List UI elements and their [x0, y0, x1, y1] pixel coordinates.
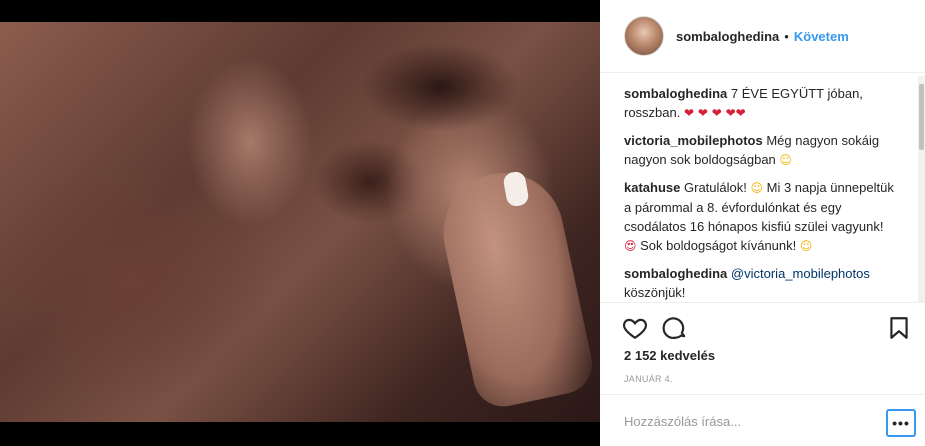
heart-eyes-emoji: 😍 — [624, 239, 637, 253]
header-separator: • — [784, 28, 789, 44]
comment-input[interactable] — [624, 411, 864, 431]
comment-item: sombaloghedina @victoria_mobilephotos kö… — [624, 264, 894, 300]
comment-text: Gratulálok! — [684, 180, 747, 195]
more-options-icon[interactable]: ••• — [886, 409, 916, 437]
comment-username[interactable]: sombaloghedina — [624, 86, 727, 101]
comment-username[interactable]: katahuse — [624, 180, 680, 195]
avatar[interactable] — [624, 16, 664, 56]
comments-scrollbar[interactable] — [918, 76, 925, 302]
comments-list: sombaloghedina 7 ÉVE EGYÜTT jóban, rossz… — [624, 84, 894, 300]
post-date[interactable]: JANUÁR 4. — [624, 374, 673, 384]
comment-text: Sok boldogságot kívánunk! — [640, 238, 797, 253]
comment-username[interactable]: sombaloghedina — [624, 266, 727, 281]
comment-text: köszönjük! — [624, 285, 686, 300]
comment-item: katahuse Gratulálok! ☺ Mi 3 napja ünnepe… — [624, 178, 894, 256]
post-username[interactable]: sombaloghedina — [676, 29, 779, 44]
action-bar — [600, 302, 925, 342]
follow-button[interactable]: Követem — [794, 29, 849, 44]
post-sidebar: sombaloghedina • Követem sombaloghedina … — [600, 0, 925, 446]
photo-hair-shadow — [360, 42, 520, 132]
heart-icon[interactable] — [622, 315, 648, 341]
smile-emoji: ☺ — [799, 239, 813, 253]
comment-username[interactable]: victoria_mobilephotos — [624, 133, 763, 148]
scrollbar-thumb[interactable] — [919, 84, 924, 150]
photo-pane — [0, 0, 600, 446]
post-header: sombaloghedina • Követem — [600, 0, 925, 73]
smile-emoji: ☺ — [750, 181, 764, 195]
comment-item: victoria_mobilephotos Még nagyon sokáig … — [624, 131, 894, 170]
likes-count[interactable]: 2 152 kedvelés — [624, 348, 715, 363]
add-comment-section: ••• — [600, 394, 925, 446]
comment-item: sombaloghedina 7 ÉVE EGYÜTT jóban, rossz… — [624, 84, 894, 123]
comment-icon[interactable] — [662, 315, 688, 341]
comment-mention[interactable]: @victoria_mobilephotos — [731, 266, 870, 281]
post-photo[interactable] — [0, 22, 600, 422]
bookmark-icon[interactable] — [886, 315, 912, 341]
smile-emoji: ☺ — [779, 153, 792, 167]
hearts-emoji: ❤ ❤ ❤ ❤❤ — [684, 106, 746, 120]
